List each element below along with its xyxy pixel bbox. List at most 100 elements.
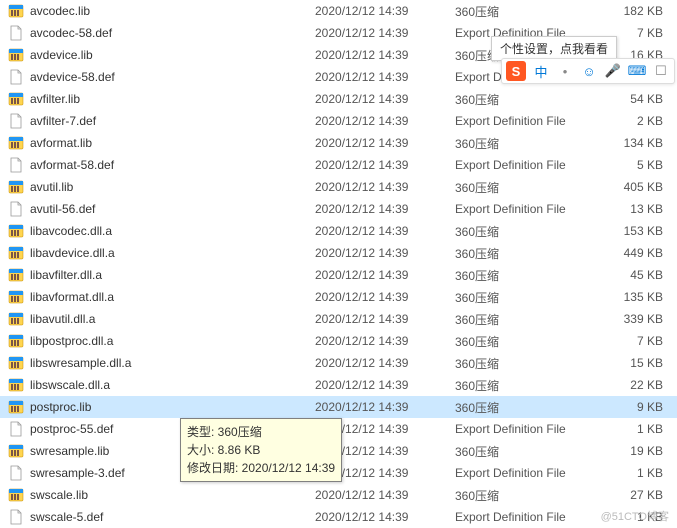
archive-icon <box>8 399 24 415</box>
file-size: 7 KB <box>605 334 675 348</box>
file-icon <box>8 509 24 525</box>
file-row[interactable]: swscale-5.def2020/12/12 14:39Export Defi… <box>0 506 677 528</box>
file-name: avutil.lib <box>30 180 315 194</box>
tooltip-size: 大小: 8.86 KB <box>187 441 335 459</box>
file-row[interactable]: libavformat.dll.a2020/12/12 14:39360压缩13… <box>0 286 677 308</box>
file-row[interactable]: avformat-58.def2020/12/12 14:39Export De… <box>0 154 677 176</box>
archive-icon <box>8 91 24 107</box>
file-name: libswscale.dll.a <box>30 378 315 392</box>
file-date: 2020/12/12 14:39 <box>315 114 455 128</box>
file-row[interactable]: libavutil.dll.a2020/12/12 14:39360压缩339 … <box>0 308 677 330</box>
file-date: 2020/12/12 14:39 <box>315 4 455 18</box>
file-date: 2020/12/12 14:39 <box>315 48 455 62</box>
file-size: 135 KB <box>605 290 675 304</box>
file-icon <box>8 69 24 85</box>
ime-toolbar: S 中 • ☺ 🎤 ⌨ ☐ <box>501 58 675 84</box>
file-name: libavdevice.dll.a <box>30 246 315 260</box>
file-date: 2020/12/12 14:39 <box>315 290 455 304</box>
file-size: 134 KB <box>605 136 675 150</box>
sogou-logo-icon[interactable]: S <box>506 61 526 81</box>
file-date: 2020/12/12 14:39 <box>315 268 455 282</box>
file-name: libswresample.dll.a <box>30 356 315 370</box>
file-date: 2020/12/12 14:39 <box>315 224 455 238</box>
file-date: 2020/12/12 14:39 <box>315 136 455 150</box>
file-date: 2020/12/12 14:39 <box>315 202 455 216</box>
file-row[interactable]: swscale.lib2020/12/12 14:39360压缩27 KB <box>0 484 677 506</box>
file-name: avcodec.lib <box>30 4 315 18</box>
tooltip-type: 类型: 360压缩 <box>187 423 335 441</box>
file-row[interactable]: postproc.lib2020/12/12 14:39360压缩9 KB <box>0 396 677 418</box>
ime-keyboard-button[interactable]: ⌨ <box>628 62 646 80</box>
ime-box-button[interactable]: ☐ <box>652 62 670 80</box>
file-row[interactable]: avformat.lib2020/12/12 14:39360压缩134 KB <box>0 132 677 154</box>
file-row[interactable]: libavfilter.dll.a2020/12/12 14:39360压缩45… <box>0 264 677 286</box>
archive-icon <box>8 487 24 503</box>
archive-icon <box>8 355 24 371</box>
file-name: avcodec-58.def <box>30 26 315 40</box>
file-row[interactable]: libswresample.dll.a2020/12/12 14:39360压缩… <box>0 352 677 374</box>
file-type: Export Definition File <box>455 114 605 128</box>
file-type: 360压缩 <box>455 355 605 372</box>
archive-icon <box>8 135 24 151</box>
file-name: libavformat.dll.a <box>30 290 315 304</box>
file-size: 1 KB <box>605 466 675 480</box>
file-type: 360压缩 <box>455 377 605 394</box>
file-name: avutil-56.def <box>30 202 315 216</box>
file-name: libavcodec.dll.a <box>30 224 315 238</box>
ime-mic-button[interactable]: 🎤 <box>604 62 622 80</box>
file-icon <box>8 421 24 437</box>
file-date: 2020/12/12 14:39 <box>315 312 455 326</box>
file-type: 360压缩 <box>455 135 605 152</box>
file-icon <box>8 201 24 217</box>
file-icon <box>8 113 24 129</box>
file-type: 360压缩 <box>455 223 605 240</box>
file-size: 22 KB <box>605 378 675 392</box>
ime-punct-button[interactable]: • <box>556 62 574 80</box>
file-name: avformat-58.def <box>30 158 315 172</box>
file-date: 2020/12/12 14:39 <box>315 180 455 194</box>
file-name: avformat.lib <box>30 136 315 150</box>
archive-icon <box>8 179 24 195</box>
archive-icon <box>8 443 24 459</box>
watermark: @51CTO博客 <box>601 508 669 524</box>
archive-icon <box>8 333 24 349</box>
file-size: 9 KB <box>605 400 675 414</box>
file-size: 153 KB <box>605 224 675 238</box>
file-size: 27 KB <box>605 488 675 502</box>
file-type: 360压缩 <box>455 245 605 262</box>
file-row[interactable]: avutil-56.def2020/12/12 14:39Export Defi… <box>0 198 677 220</box>
file-type: Export Definition File <box>455 158 605 172</box>
archive-icon <box>8 267 24 283</box>
file-row[interactable]: avfilter.lib2020/12/12 14:39360压缩54 KB <box>0 88 677 110</box>
file-row[interactable]: avcodec.lib2020/12/12 14:39360压缩182 KB <box>0 0 677 22</box>
file-size: 1 KB <box>605 422 675 436</box>
file-size: 449 KB <box>605 246 675 260</box>
ime-emoji-button[interactable]: ☺ <box>580 62 598 80</box>
file-type: 360压缩 <box>455 179 605 196</box>
file-row[interactable]: libavcodec.dll.a2020/12/12 14:39360压缩153… <box>0 220 677 242</box>
ime-lang-button[interactable]: 中 <box>532 62 550 80</box>
file-row[interactable]: libavdevice.dll.a2020/12/12 14:39360压缩44… <box>0 242 677 264</box>
file-size: 19 KB <box>605 444 675 458</box>
file-name: swscale-5.def <box>30 510 315 524</box>
archive-icon <box>8 223 24 239</box>
file-type: 360压缩 <box>455 487 605 504</box>
file-row[interactable]: libswscale.dll.a2020/12/12 14:39360压缩22 … <box>0 374 677 396</box>
archive-icon <box>8 245 24 261</box>
file-icon <box>8 465 24 481</box>
file-name: libavutil.dll.a <box>30 312 315 326</box>
file-type: 360压缩 <box>455 91 605 108</box>
file-row[interactable]: avutil.lib2020/12/12 14:39360压缩405 KB <box>0 176 677 198</box>
file-size: 54 KB <box>605 92 675 106</box>
file-row[interactable]: avfilter-7.def2020/12/12 14:39Export Def… <box>0 110 677 132</box>
file-type: 360压缩 <box>455 443 605 460</box>
archive-icon <box>8 47 24 63</box>
file-date: 2020/12/12 14:39 <box>315 356 455 370</box>
file-name: avdevice.lib <box>30 48 315 62</box>
archive-icon <box>8 3 24 19</box>
archive-icon <box>8 311 24 327</box>
file-row[interactable]: libpostproc.dll.a2020/12/12 14:39360压缩7 … <box>0 330 677 352</box>
file-type: 360压缩 <box>455 399 605 416</box>
file-icon <box>8 25 24 41</box>
file-type: Export Definition File <box>455 510 605 524</box>
